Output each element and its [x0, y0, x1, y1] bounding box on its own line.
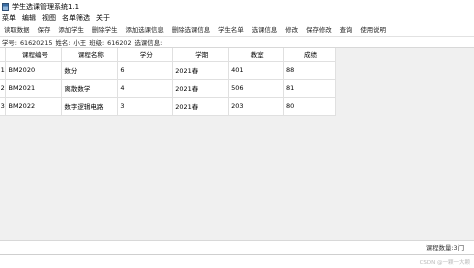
cell-classroom[interactable]: 203	[228, 97, 285, 116]
cell-course-name[interactable]: 数分	[61, 61, 119, 80]
menu-item-view[interactable]: 视图	[42, 13, 56, 23]
cell-score[interactable]: 88	[283, 61, 336, 80]
course-count-label: 课程数量:3门	[425, 244, 464, 252]
delete-course-info-button[interactable]: 删除选课信息	[172, 25, 210, 34]
save-button[interactable]: 保存	[38, 25, 51, 34]
column-header-code[interactable]: 课程编号	[5, 48, 63, 62]
status-bar: 课程数量:3门	[0, 241, 474, 254]
cell-term[interactable]: 2021春	[172, 61, 230, 80]
cell-term[interactable]: 2021春	[172, 79, 230, 98]
menu-bar: 菜单 编辑 视图 名单筛选 关于	[0, 13, 474, 23]
menu-item-filter[interactable]: 名单筛选	[62, 13, 90, 23]
table-row[interactable]: 3 BM2022 数字逻辑电路 3 2021春 203 80	[0, 97, 336, 116]
student-list-button[interactable]: 学生名单	[218, 25, 244, 34]
toolbar: 读取数据 保存 添加学生 删除学生 添加选课信息 删除选课信息 学生名单 选课信…	[0, 23, 474, 35]
help-button[interactable]: 使用说明	[360, 25, 386, 34]
cell-course-name[interactable]: 离散数学	[61, 79, 119, 98]
cell-score[interactable]: 80	[283, 97, 336, 116]
cell-course-code[interactable]: BM2020	[5, 61, 63, 80]
student-name-value: 小王	[73, 39, 87, 47]
modify-button[interactable]: 修改	[285, 25, 298, 34]
cell-credit[interactable]: 6	[117, 61, 174, 80]
course-info-label: 选课信息:	[134, 39, 163, 47]
title-bar: 学生选课管理系统1.1	[0, 0, 474, 13]
window-title: 学生选课管理系统1.1	[12, 2, 80, 11]
table-row[interactable]: 1 BM2020 数分 6 2021春 401 88	[0, 61, 336, 80]
cell-course-code[interactable]: BM2021	[5, 79, 63, 98]
cell-course-code[interactable]: BM2022	[5, 97, 63, 116]
column-header-term[interactable]: 学期	[172, 48, 230, 62]
add-student-button[interactable]: 添加学生	[58, 25, 84, 34]
menu-item-about[interactable]: 关于	[96, 13, 110, 23]
column-header-room[interactable]: 教室	[228, 48, 285, 62]
course-info-button[interactable]: 选课信息	[252, 25, 278, 34]
student-class-label: 班级:	[89, 39, 105, 47]
column-header-name[interactable]: 课程名称	[61, 48, 119, 62]
student-class-value: 616202	[107, 38, 132, 47]
cell-course-name[interactable]: 数字逻辑电路	[61, 97, 119, 116]
menu-item-edit[interactable]: 编辑	[22, 13, 36, 23]
app-icon	[2, 2, 9, 11]
save-changes-button[interactable]: 保存修改	[306, 25, 332, 34]
cell-credit[interactable]: 4	[117, 79, 174, 98]
delete-student-button[interactable]: 删除学生	[92, 25, 118, 34]
student-id-label: 学号:	[2, 39, 17, 47]
cell-credit[interactable]: 3	[117, 97, 174, 116]
cell-classroom[interactable]: 506	[228, 79, 285, 98]
cell-classroom[interactable]: 401	[228, 61, 285, 80]
column-header-credit[interactable]: 学分	[117, 48, 174, 62]
menu-item-menu[interactable]: 菜单	[2, 13, 16, 23]
add-course-info-button[interactable]: 添加选课信息	[125, 25, 163, 34]
footer-bar: CSDN @一颗一大颗	[0, 254, 474, 268]
course-table: 课程编号 课程名称 学分 学期 教室 成绩 1 BM2020 数分 6 2021…	[0, 48, 336, 116]
course-table-area: 课程编号 课程名称 学分 学期 教室 成绩 1 BM2020 数分 6 2021…	[0, 47, 474, 241]
read-data-button[interactable]: 读取数据	[4, 25, 30, 34]
table-header-row: 课程编号 课程名称 学分 学期 教室 成绩	[0, 48, 336, 62]
student-id-value: 61620215	[19, 38, 53, 47]
column-header-score[interactable]: 成绩	[283, 48, 336, 62]
student-name-label: 姓名:	[55, 39, 71, 47]
table-row[interactable]: 2 BM2021 离散数学 4 2021春 506 81	[0, 79, 336, 98]
watermark: CSDN @一颗一大颗	[419, 259, 470, 266]
cell-term[interactable]: 2021春	[172, 97, 230, 116]
query-button[interactable]: 查询	[340, 25, 353, 34]
cell-score[interactable]: 81	[283, 79, 336, 98]
